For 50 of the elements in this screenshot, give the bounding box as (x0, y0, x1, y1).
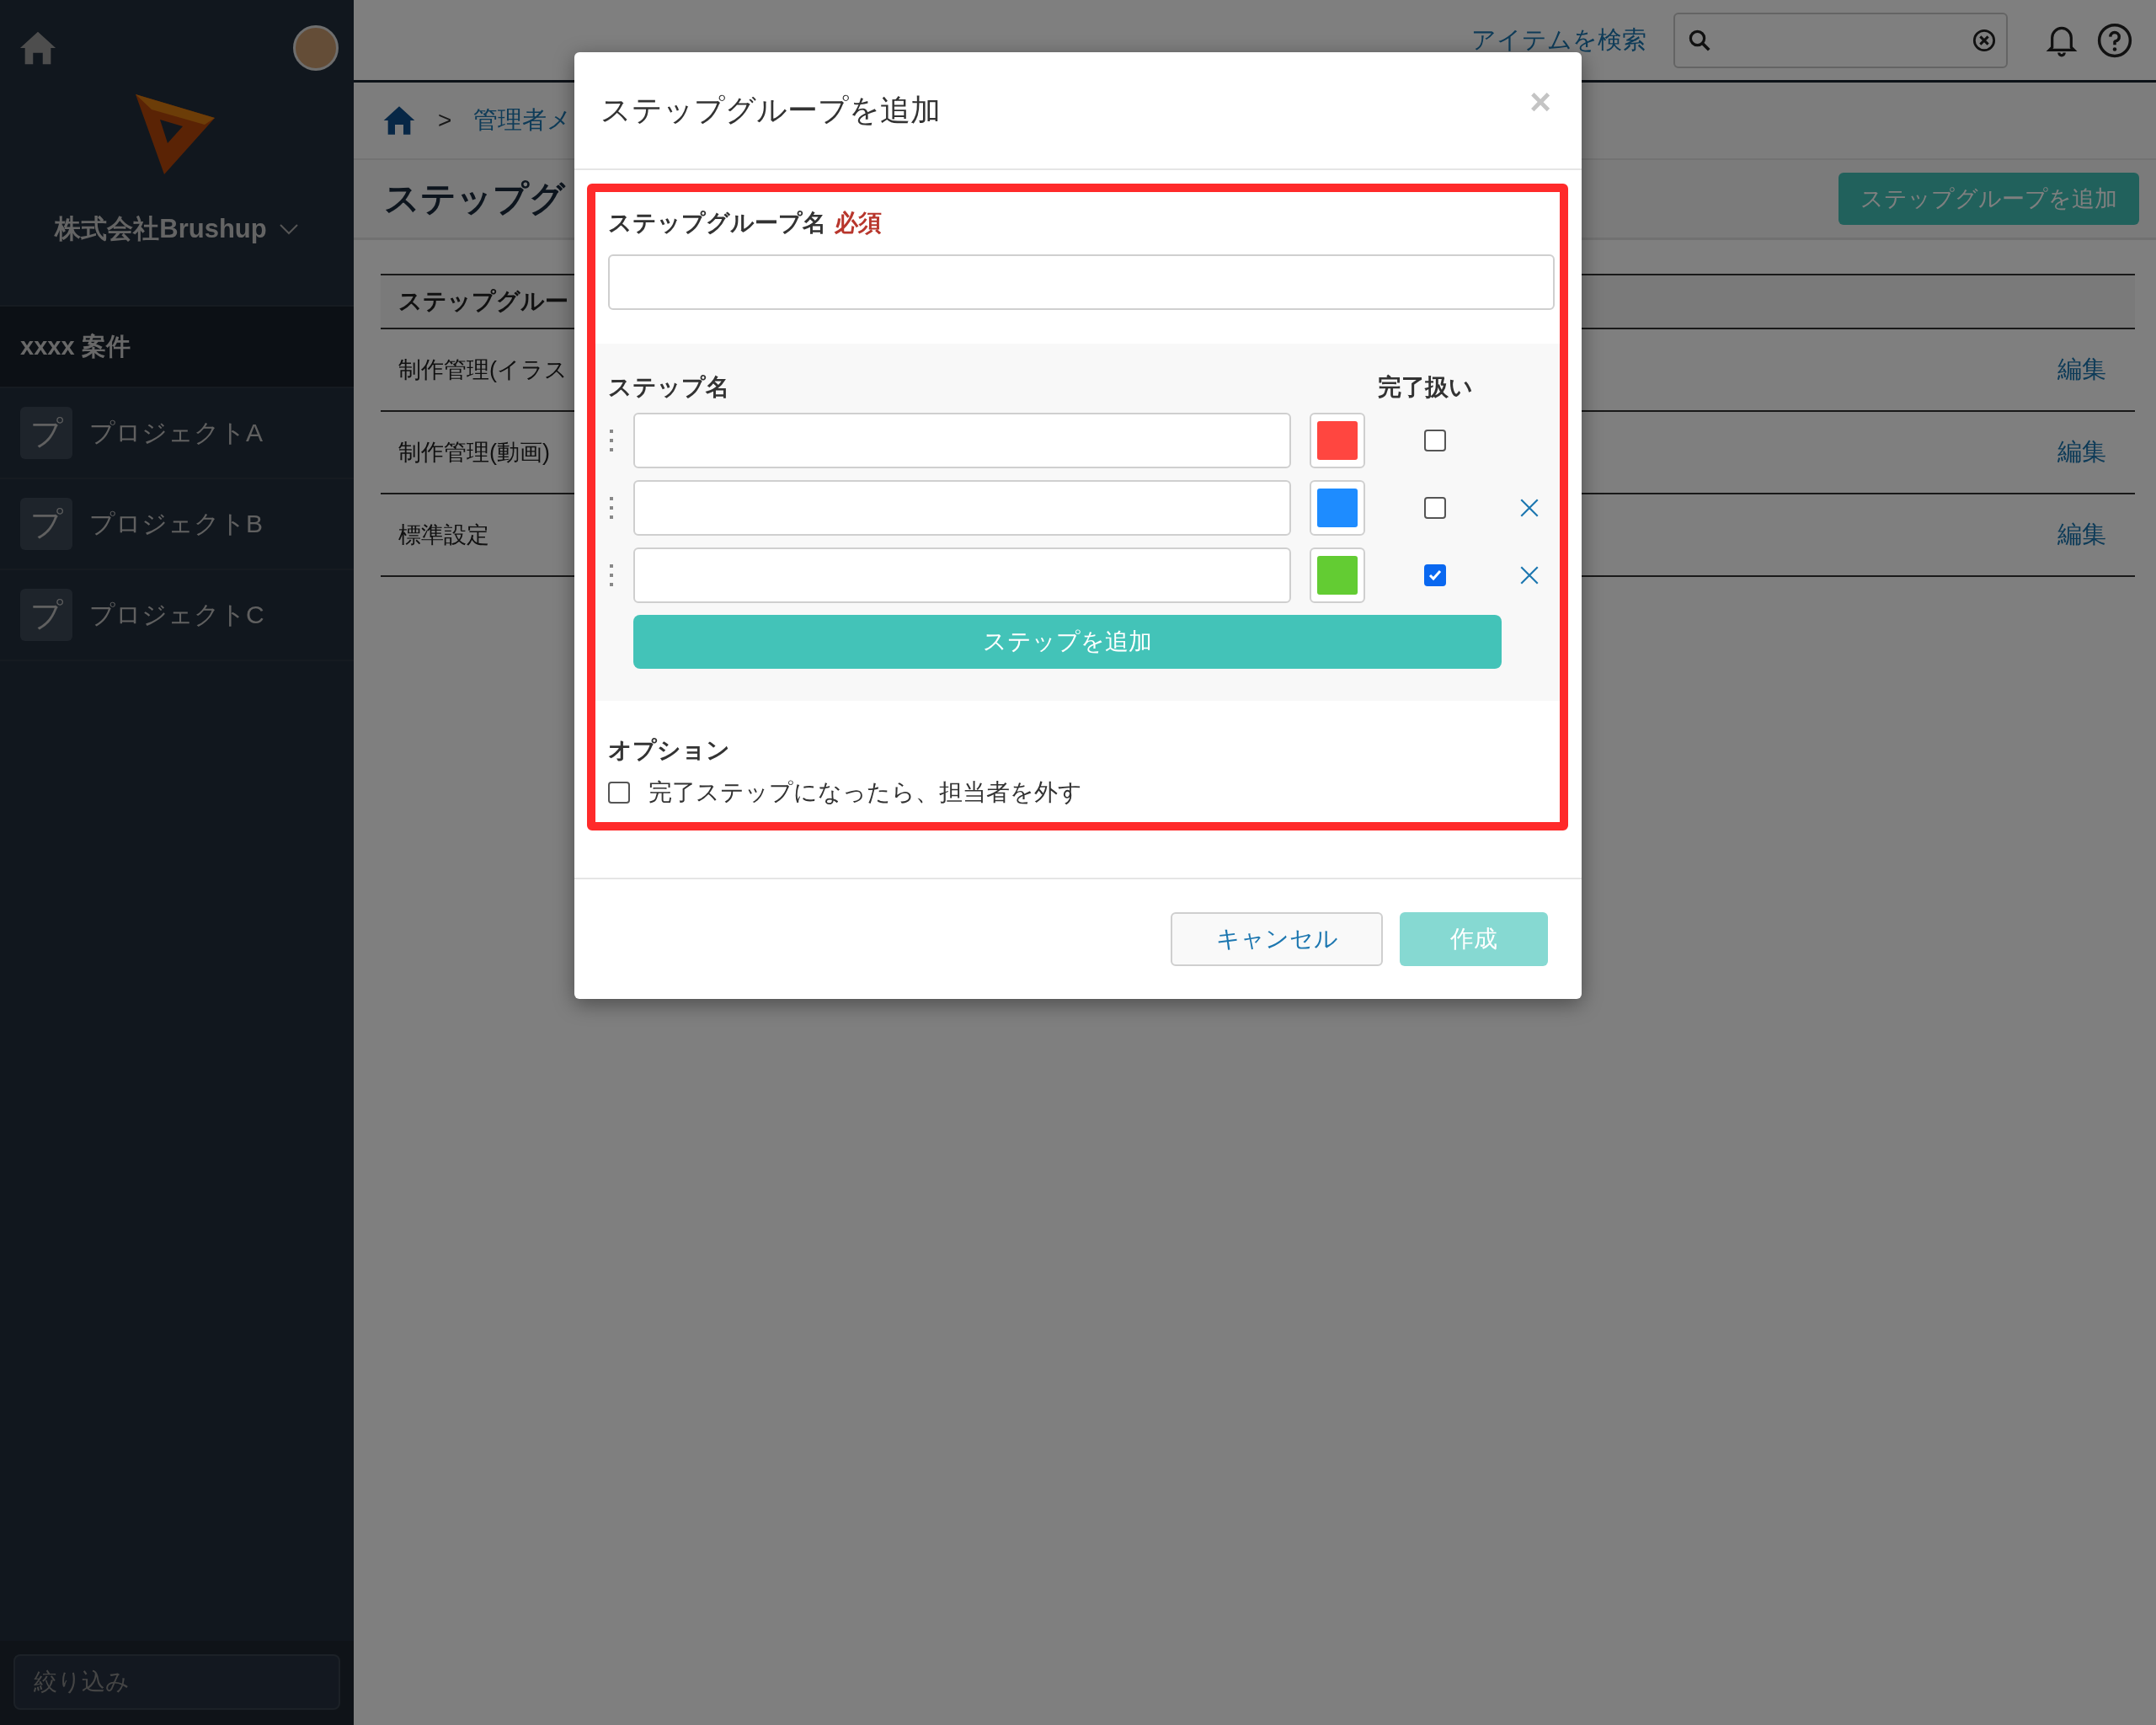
step-name-field[interactable] (633, 547, 1291, 603)
page-title: ステップグ (384, 178, 565, 220)
table-cell-text: 標準設定 (398, 521, 489, 549)
step-name-field[interactable] (633, 480, 1291, 536)
table-cell-text: 制作管理(イラス (398, 356, 568, 384)
checkbox[interactable] (1423, 430, 1446, 451)
column-label: ステップ名 (608, 373, 730, 402)
add-step-group-button[interactable]: ステップグループを追加 (1838, 173, 2139, 225)
drag-handle-icon[interactable] (608, 429, 615, 452)
checkbox[interactable] (608, 782, 630, 804)
remove-icon[interactable] (1518, 564, 1540, 586)
company-name[interactable]: 株式会社Brushup (55, 211, 267, 247)
color-picker-button[interactable] (1310, 547, 1365, 603)
project-name[interactable]: プロジェクトB (89, 506, 263, 542)
required-label: 必須 (835, 210, 882, 236)
breadcrumb-link[interactable]: 管理者メ (473, 104, 573, 137)
project-name[interactable]: プロジェクトC (89, 597, 264, 633)
help-icon[interactable] (2097, 22, 2132, 58)
section-heading: xxxx 案件 (0, 305, 354, 388)
drag-handle-icon[interactable] (608, 563, 615, 587)
add-step-button[interactable]: ステップを追加 (633, 615, 1502, 669)
edit-link[interactable]: 編集 (2057, 518, 2106, 552)
project-icon: プ (20, 589, 72, 641)
color-picker-button[interactable] (1310, 480, 1365, 536)
options-heading: オプション (608, 736, 731, 765)
checkbox[interactable] (1423, 497, 1446, 519)
project-icon: プ (20, 407, 72, 459)
chevron-down-icon[interactable] (278, 223, 299, 235)
cancel-button[interactable]: キャンセル (1171, 912, 1383, 966)
table-cell-text: 制作管理(動画) (398, 439, 550, 467)
search-field[interactable] (1673, 12, 2008, 68)
edit-link[interactable]: 編集 (2057, 353, 2106, 387)
option-label: 完了ステップになったら、担当者を外す (648, 778, 1082, 807)
clear-icon[interactable] (1972, 28, 1996, 52)
avatar[interactable] (293, 25, 339, 71)
dialog-title: ステップグループを追加 (600, 91, 941, 129)
edit-link[interactable]: 編集 (2057, 435, 2106, 469)
check-icon (1427, 568, 1443, 583)
breadcrumb-separator: > (438, 107, 452, 134)
group-name-field[interactable] (608, 254, 1555, 310)
color-picker-button[interactable] (1310, 413, 1365, 468)
remove-icon[interactable] (1518, 497, 1540, 519)
checkbox[interactable] (1423, 564, 1446, 586)
field-label: ステップグループ名 (608, 210, 826, 236)
drag-handle-icon[interactable] (608, 496, 615, 520)
project-name[interactable]: プロジェクトA (89, 415, 263, 451)
project-icon: プ (20, 498, 72, 550)
column-label: 完了扱い (1378, 373, 1474, 402)
step-name-field[interactable] (633, 413, 1291, 468)
close-button[interactable]: × (1524, 81, 1556, 123)
